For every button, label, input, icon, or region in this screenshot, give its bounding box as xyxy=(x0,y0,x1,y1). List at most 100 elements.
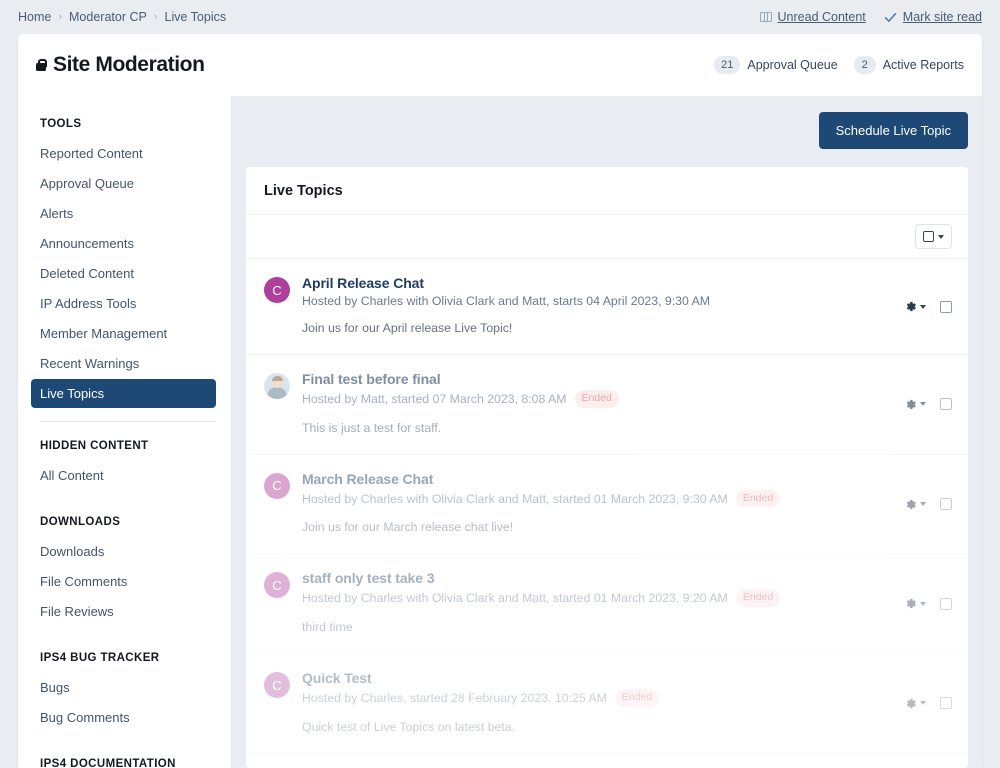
live-topic-content: Quick Test Hosted by Charles, started 28 … xyxy=(302,670,882,737)
live-topic-row: C Quick Test Hosted by Charles, started 28… xyxy=(246,654,968,754)
sidebar-group-ips4-bug-tracker: IPS4 BUG TRACKER Bugs Bug Comments xyxy=(40,652,216,732)
gear-icon[interactable] xyxy=(904,697,926,710)
gear-icon[interactable] xyxy=(904,398,926,411)
live-topics-list: C April Release Chat Hosted by Charles wit… xyxy=(246,259,968,768)
live-topic-row: Final test before final Hosted by Matt, s… xyxy=(246,355,968,455)
sidebar-item-bug-comments[interactable]: Bug Comments xyxy=(31,703,216,732)
sidebar-item-downloads[interactable]: Downloads xyxy=(31,537,216,566)
panel-title: Live Topics xyxy=(264,183,343,199)
schedule-live-topic-button[interactable]: Schedule Live Topic xyxy=(818,112,968,149)
live-topic-row: CLive Topics Second LookHosted by Charle… xyxy=(246,754,968,768)
gear-icon[interactable] xyxy=(904,597,926,610)
sidebar-group-title: DOWNLOADS xyxy=(40,516,121,528)
content-area: Schedule Live Topic Live Topics C April R… xyxy=(232,96,982,768)
live-topic-title-link[interactable]: April Release Chat xyxy=(302,275,424,291)
live-topic-meta: Hosted by Matt, started 07 March 2023, 8… xyxy=(302,390,882,408)
avatar[interactable]: C xyxy=(264,572,290,599)
row-checkbox[interactable] xyxy=(940,597,952,610)
panel-header: Live Topics xyxy=(246,167,968,215)
top-navigation: Unread Content Mark site read xyxy=(759,10,982,24)
mark-site-read-label: Mark site read xyxy=(902,10,982,24)
live-topic-description: Join us for our April release Live Topic… xyxy=(302,321,513,335)
live-topic-title-link[interactable]: Quick Test xyxy=(302,670,372,686)
live-topic-title-link[interactable]: Final test before final xyxy=(302,371,441,387)
live-topic-title-link[interactable]: March Release Chat xyxy=(302,471,433,487)
sidebar-item-approval-queue[interactable]: Approval Queue xyxy=(31,169,216,198)
breadcrumb-item-home[interactable]: Home xyxy=(18,10,51,24)
sidebar-item-deleted-content[interactable]: Deleted Content xyxy=(31,259,216,288)
row-checkbox[interactable] xyxy=(940,300,952,313)
row-checkbox[interactable] xyxy=(940,697,952,710)
sidebar-item-bugs[interactable]: Bugs xyxy=(31,673,216,702)
gear-icon[interactable] xyxy=(904,498,926,511)
live-topic-description: Join us for our March release chat live! xyxy=(302,520,514,535)
select-all-dropdown[interactable] xyxy=(915,224,952,249)
live-topic-meta-text: Hosted by Charles with Olivia Clark and … xyxy=(302,591,728,606)
sidebar-group-tools: TOOLS Reported Content Approval Queue Alert… xyxy=(31,118,216,408)
card-header: Site Moderation 21 Approval Queue 2 Active … xyxy=(18,34,982,96)
row-checkbox[interactable] xyxy=(940,498,952,511)
chevron-down-icon xyxy=(920,502,926,507)
sidebar-item-announcements[interactable]: Announcements xyxy=(31,229,216,258)
sidebar-item-file-comments[interactable]: File Comments xyxy=(31,567,216,596)
chevron-down-icon xyxy=(920,402,926,407)
sidebar-item-all-content[interactable]: All Content xyxy=(31,461,216,490)
live-topic-row: C March Release Chat Hosted by Charles wit… xyxy=(246,455,968,555)
live-topic-meta-text: Hosted by Charles, started 28 February 2… xyxy=(302,690,607,705)
breadcrumb-item-live-topics: Live Topics xyxy=(164,10,227,24)
stat-active-reports[interactable]: 2 Active Reports xyxy=(853,56,964,74)
avatar[interactable]: C xyxy=(264,672,290,699)
live-topic-row: Cstaff only test take 3 Hosted by Charles… xyxy=(246,554,968,655)
row-checkbox[interactable] xyxy=(940,398,952,411)
chevron-down-icon xyxy=(920,601,926,606)
live-topic-actions xyxy=(894,597,952,610)
avatar[interactable] xyxy=(264,373,290,400)
page-title: Site Moderation xyxy=(34,53,205,77)
moderation-card: Site Moderation 21 Approval Queue 2 Active … xyxy=(18,34,982,768)
stat-label: Approval Queue xyxy=(747,58,838,72)
sidebar-item-file-reviews[interactable]: File Reviews xyxy=(31,597,216,626)
top-bar: Home › Moderator CP › Live Topics Unread Con… xyxy=(0,0,1000,34)
live-topics-panel: Live Topics C April Release Chat Hosted by… xyxy=(246,167,968,768)
card-body: TOOLS Reported Content Approval Queue Alert… xyxy=(18,96,982,768)
sidebar-group-title: IPS4 DOCUMENTATION xyxy=(40,758,176,768)
mark-site-read-link[interactable]: Mark site read xyxy=(884,10,982,24)
sidebar-group-downloads: DOWNLOADS Downloads File Comments File Revi… xyxy=(40,516,216,626)
gear-icon[interactable] xyxy=(904,300,926,313)
live-topic-content: April Release Chat Hosted by Charles with… xyxy=(302,275,882,338)
lock-icon xyxy=(34,58,48,74)
live-topic-content: March Release Chat Hosted by Charles with… xyxy=(302,471,882,538)
sidebar-group-title: TOOLS xyxy=(40,118,82,130)
unread-content-link[interactable]: Unread Content xyxy=(759,10,866,24)
sidebar-item-recent-warnings[interactable]: Recent Warnings xyxy=(31,349,216,378)
live-topic-content: staff only test take 3 Hosted by Charles … xyxy=(302,570,882,637)
live-topic-row: C April Release Chat Hosted by Charles wit… xyxy=(246,259,968,356)
live-topic-meta-text: Hosted by Matt, started 07 March 2023, 8… xyxy=(302,391,567,406)
live-topic-meta: Hosted by Charles with Olivia Clark and … xyxy=(302,294,882,308)
stat-approval-queue[interactable]: 21 Approval Queue xyxy=(714,56,838,74)
breadcrumb-item-moderator-cp[interactable]: Moderator CP xyxy=(69,10,147,24)
sidebar-item-live-topics[interactable]: Live Topics xyxy=(31,379,216,408)
columns-icon xyxy=(759,12,772,22)
live-topic-actions xyxy=(894,697,952,710)
live-topic-description: third time xyxy=(302,620,353,635)
check-icon xyxy=(884,11,897,24)
chevron-down-icon xyxy=(920,701,926,706)
avatar[interactable]: C xyxy=(264,277,290,303)
sidebar-group-hidden-content: HIDDEN CONTENT All Content xyxy=(40,440,216,490)
content-toolbar: Schedule Live Topic xyxy=(246,112,968,149)
sidebar-item-ip-address-tools[interactable]: IP Address Tools xyxy=(31,289,216,318)
breadcrumb-separator: › xyxy=(153,11,158,23)
sidebar-item-member-management[interactable]: Member Management xyxy=(31,319,216,348)
page-title-text: Site Moderation xyxy=(53,53,205,76)
header-stats: 21 Approval Queue 2 Active Reports xyxy=(714,56,964,74)
live-topic-actions xyxy=(894,498,952,511)
live-topic-meta-text: Hosted by Charles with Olivia Clark and … xyxy=(302,294,711,308)
live-topic-title-link[interactable]: staff only test take 3 xyxy=(302,570,435,586)
sidebar-group-title: HIDDEN CONTENT xyxy=(40,440,149,452)
sidebar-item-reported-content[interactable]: Reported Content xyxy=(31,139,216,168)
avatar[interactable]: C xyxy=(264,472,290,499)
status-badge: Ended xyxy=(574,390,619,408)
sidebar-group-title: IPS4 BUG TRACKER xyxy=(40,652,160,664)
sidebar-item-alerts[interactable]: Alerts xyxy=(31,199,216,228)
